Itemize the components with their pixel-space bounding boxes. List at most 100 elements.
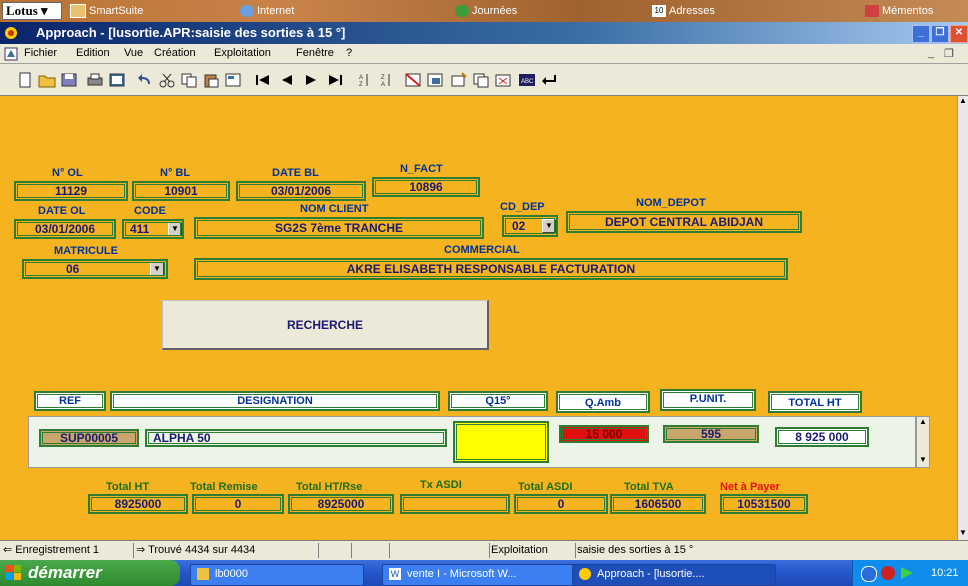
row-qamb[interactable]: 15 000 [559,425,649,443]
row-total-ht[interactable]: 8 925 000 [775,427,869,447]
copy-icon[interactable] [180,72,198,88]
status-form-name[interactable]: saisie des sorties à 15 ° [574,543,737,558]
menu-help[interactable]: ? [346,47,352,59]
sort-ascending-icon[interactable]: AZ [354,72,372,88]
rows-scroll-up-icon[interactable]: ▲ [917,417,929,429]
row-designation[interactable]: ALPHA 50 [145,429,447,447]
row-q15[interactable] [453,421,549,463]
task-approach[interactable]: Approach - [lusortie.... [572,564,776,586]
new-record-icon[interactable] [450,72,468,88]
field-total-ht-rse[interactable]: 8925000 [288,494,394,514]
suite-smartsuite[interactable]: SmartSuite [70,4,143,19]
field-n-bl[interactable]: 10901 [132,181,230,201]
label-n-bl: N° BL [160,167,191,179]
maximize-button[interactable]: ❐ [931,25,949,43]
field-nom-client[interactable]: SG2S 7ème TRANCHE [194,217,484,239]
lotus-menu-button[interactable]: Lotus ▾ [2,2,62,20]
row-ref[interactable]: SUP00005 [39,429,139,447]
mdi-restore-icon[interactable]: ❐ [944,47,954,60]
label-code: CODE [134,205,166,217]
matricule-value: 06 [66,262,80,276]
open-folder-icon[interactable] [38,72,56,88]
menu-creation[interactable]: Création [154,47,196,59]
line-items-scrollbar[interactable]: ▲ ▼ [916,416,930,468]
find-all-icon[interactable] [426,72,444,88]
system-tray: 10:21 [852,560,968,586]
menu-vue[interactable]: Vue [124,47,143,59]
antivirus-icon[interactable] [881,566,895,580]
cut-icon[interactable] [158,72,176,88]
code-dropdown-icon[interactable]: ▼ [168,222,182,236]
svg-text:A: A [359,75,363,81]
cd-dep-dropdown-icon[interactable]: ▼ [542,219,556,233]
network-icon[interactable] [861,566,877,582]
minimize-button[interactable]: _ [912,25,930,43]
field-tx-asdi[interactable] [400,494,510,514]
scroll-up-icon[interactable]: ▲ [958,96,968,108]
field-n-ol[interactable]: 11129 [14,181,128,201]
field-cd-dep[interactable]: 02 ▼ [502,215,558,237]
field-commercial[interactable]: AKRE ELISABETH RESPONSABLE FACTURATION [194,258,788,280]
close-button[interactable]: ✕ [950,25,968,43]
field-nom-depot[interactable]: DEPOT CENTRAL ABIDJAN [566,211,802,233]
status-empty-2 [350,543,390,558]
scroll-down-icon[interactable]: ▼ [958,528,968,540]
status-found[interactable]: ⇒ Trouvé 4434 sur 4434 [133,543,319,558]
label-commercial: COMMERCIAL [444,244,520,256]
folder-icon [197,568,209,580]
first-record-icon[interactable] [254,72,272,88]
column-header-q15: Q15° [448,391,548,411]
field-matricule[interactable]: 06 ▼ [22,259,168,279]
rows-scroll-down-icon[interactable]: ▼ [917,455,929,467]
previous-record-icon[interactable] [278,72,296,88]
suite-internet[interactable]: Internet [240,4,294,18]
suite-journees[interactable]: Journées [455,4,517,18]
field-date-bl[interactable]: 03/01/2006 [236,181,366,201]
status-record[interactable]: ⇐ Enregistrement 1 [0,543,134,558]
window-title-bar[interactable]: Approach - [lusortie.APR:saisie des sort… [0,22,968,44]
task-word[interactable]: W vente I - Microsoft W... [382,564,580,586]
spell-check-icon[interactable]: ABC [518,72,536,88]
clock[interactable]: 10:21 [931,560,959,586]
status-mode[interactable]: Exploitation [488,543,576,558]
print-icon[interactable] [86,72,104,88]
find-icon[interactable] [404,72,422,88]
field-code[interactable]: 411 ▼ [122,219,184,239]
task-lb0000[interactable]: lb0000 [190,564,364,586]
field-total-ht[interactable]: 8925000 [88,494,188,514]
start-button[interactable]: démarrer [0,560,180,586]
field-net-a-payer[interactable]: 10531500 [720,494,808,514]
line-items-panel: SUP00005 ALPHA 50 15 000 595 8 925 000 [28,416,916,468]
label-n-fact: N_FACT [400,163,443,175]
next-record-icon[interactable] [302,72,320,88]
field-date-ol[interactable]: 03/01/2006 [14,219,116,239]
enter-icon[interactable] [540,72,558,88]
field-total-remise[interactable]: 0 [192,494,284,514]
label-date-ol: DATE OL [38,205,86,217]
sort-descending-icon[interactable]: ZA [376,72,394,88]
form-icon[interactable] [224,72,242,88]
recherche-button[interactable]: RECHERCHE [162,300,489,350]
row-punit[interactable]: 595 [663,425,759,443]
save-icon[interactable] [60,72,78,88]
undo-icon[interactable] [136,72,154,88]
field-total-asdi[interactable]: 0 [514,494,608,514]
field-total-tva[interactable]: 1606500 [610,494,706,514]
menu-edition[interactable]: Edition [76,47,110,59]
duplicate-record-icon[interactable] [472,72,490,88]
delete-record-icon[interactable] [494,72,512,88]
print-preview-icon[interactable] [108,72,126,88]
suite-adresses[interactable]: 10 Adresses [652,4,715,18]
last-record-icon[interactable] [326,72,344,88]
suite-mementos[interactable]: Mémentos [865,4,933,18]
paste-icon[interactable] [202,72,220,88]
menu-fenetre[interactable]: Fenêtre [296,47,334,59]
matricule-dropdown-icon[interactable]: ▼ [150,262,164,276]
media-icon[interactable] [901,567,913,579]
menu-fichier[interactable]: Fichier [24,47,57,59]
form-vertical-scrollbar[interactable]: ▲ ▼ [957,96,968,540]
menu-exploitation[interactable]: Exploitation [214,47,271,59]
new-file-icon[interactable] [16,72,34,88]
mdi-minimize-icon[interactable]: _ [928,47,934,59]
field-n-fact[interactable]: 10896 [372,177,480,197]
